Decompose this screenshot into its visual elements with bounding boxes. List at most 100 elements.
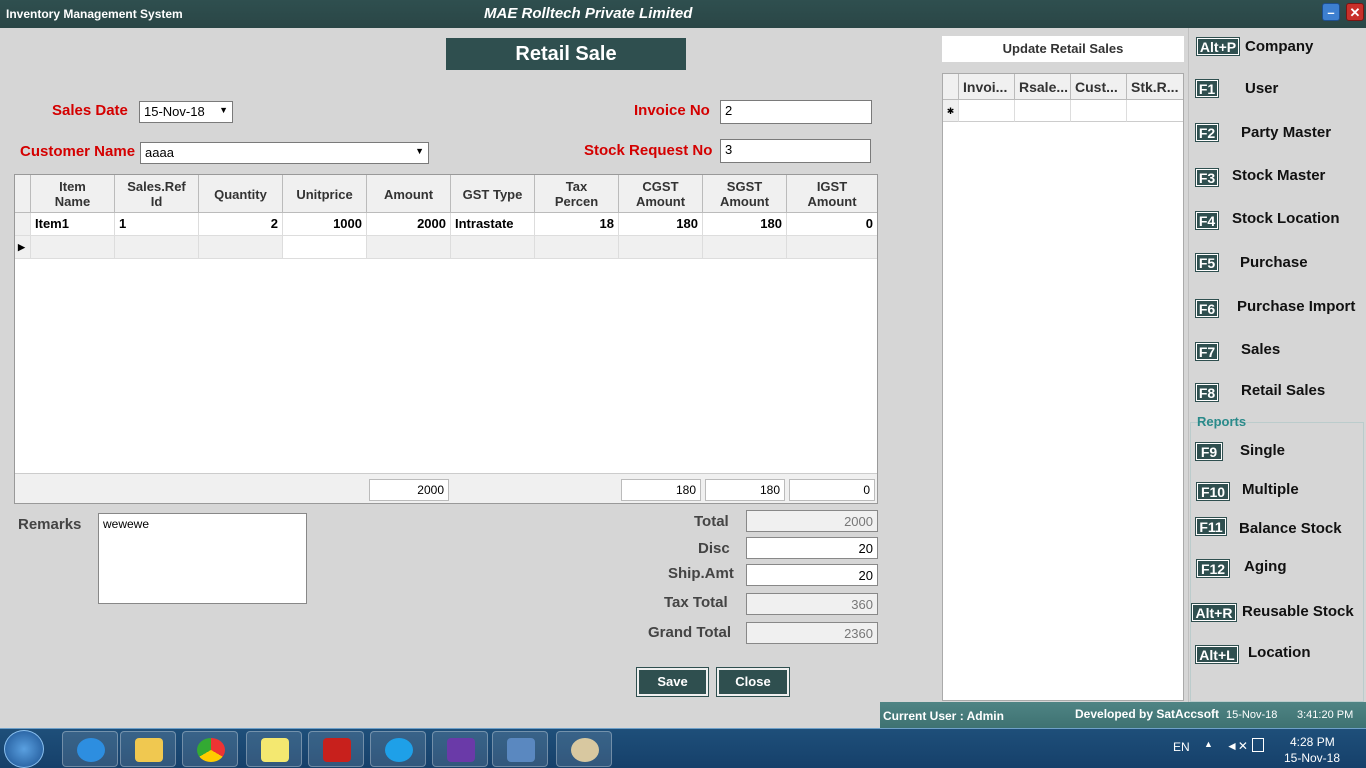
col-customer[interactable]: Cust... (1071, 74, 1127, 100)
ie-taskbar-button[interactable] (62, 731, 118, 767)
chevron-down-icon[interactable]: ▼ (415, 146, 424, 156)
menu-item-sales[interactable]: F7 Sales (1188, 333, 1366, 363)
status-date: 15-Nov-18 (1226, 709, 1278, 721)
menu-item-stock-location[interactable]: F4 Stock Location (1188, 202, 1366, 232)
menu-item-multiple[interactable]: F10 Multiple (1188, 473, 1366, 503)
col-stock-req[interactable]: Stk.R... (1127, 74, 1183, 100)
menu-item-label: Stock Master (1232, 167, 1326, 184)
new-cell[interactable] (451, 236, 535, 259)
footer-cgst-total: 180 (621, 479, 701, 501)
menu-item-purchase-import[interactable]: F6 Purchase Import (1188, 290, 1366, 320)
menu-item-stock-master[interactable]: F3 Stock Master (1188, 159, 1366, 189)
new-row[interactable]: ▶ (15, 236, 877, 259)
new-cell[interactable] (283, 236, 367, 259)
sales-date-picker[interactable]: 15-Nov-18 ▼ (139, 101, 233, 123)
stock-request-field[interactable]: 3 (720, 139, 871, 163)
explorer-taskbar-button[interactable] (120, 731, 176, 767)
new-cell[interactable] (703, 236, 787, 259)
cell-quantity[interactable]: 2 (199, 213, 283, 236)
menu-item-single[interactable]: F9 Single (1188, 434, 1366, 464)
acrobat-taskbar-button[interactable] (308, 731, 364, 767)
ie-icon (77, 738, 105, 762)
col-rsale[interactable]: Rsale... (1015, 74, 1071, 100)
new-cell[interactable] (959, 100, 1015, 122)
col-igst[interactable]: IGST Amount (787, 175, 877, 213)
cell-tax-percent[interactable]: 18 (535, 213, 619, 236)
new-cell[interactable] (1127, 100, 1183, 122)
cell-cgst[interactable]: 180 (619, 213, 703, 236)
start-button[interactable] (4, 730, 44, 768)
update-grid[interactable]: Invoi... Rsale... Cust... Stk.R... ✱ (942, 73, 1184, 701)
volume-muted-icon[interactable]: ◄✕ (1226, 739, 1248, 753)
menu-item-retail-sales[interactable]: F8 Retail Sales (1188, 374, 1366, 404)
col-gst-type[interactable]: GST Type (451, 175, 535, 213)
menu-item-aging[interactable]: F12 Aging (1188, 550, 1366, 580)
new-cell[interactable] (199, 236, 283, 259)
cell-amount[interactable]: 2000 (367, 213, 451, 236)
skype-taskbar-button[interactable] (370, 731, 426, 767)
shortcut-key: F2 (1195, 123, 1219, 142)
new-cell[interactable] (367, 236, 451, 259)
menu-item-party-master[interactable]: F2 Party Master (1188, 116, 1366, 146)
clock-date[interactable]: 15-Nov-18 (1284, 751, 1340, 765)
cell-gst-type[interactable]: Intrastate (451, 213, 535, 236)
col-sgst[interactable]: SGST Amount (703, 175, 787, 213)
invoice-no-field[interactable]: 2 (720, 100, 872, 124)
cell-sgst[interactable]: 180 (703, 213, 787, 236)
row-header[interactable] (15, 213, 31, 236)
menu-item-purchase[interactable]: F5 Purchase (1188, 246, 1366, 276)
menu-item-company[interactable]: Alt+P Company (1188, 30, 1366, 60)
row-header-corner (15, 175, 31, 213)
tray-expand-icon[interactable]: ▲ (1204, 739, 1213, 749)
pdf-icon (323, 738, 351, 762)
cell-item-name[interactable]: Item1 (31, 213, 115, 236)
network-icon[interactable] (1252, 738, 1264, 752)
save-button[interactable]: Save (636, 667, 709, 697)
col-unitprice[interactable]: Unitprice (283, 175, 367, 213)
new-cell[interactable] (1071, 100, 1127, 122)
language-indicator[interactable]: EN (1173, 740, 1190, 754)
new-cell[interactable] (1015, 100, 1071, 122)
new-cell[interactable] (31, 236, 115, 259)
menu-item-user[interactable]: F1 User (1188, 72, 1366, 102)
col-sales-ref[interactable]: Sales.Ref Id (115, 175, 199, 213)
shortcut-key: Alt+R (1191, 603, 1237, 622)
close-button[interactable]: Close (716, 667, 790, 697)
stock-request-label: Stock Request No (584, 142, 713, 159)
col-tax-percent[interactable]: Tax Percen (535, 175, 619, 213)
visual-studio-taskbar-button[interactable] (432, 731, 488, 767)
cell-sales-ref[interactable]: 1 (115, 213, 199, 236)
remarks-textarea[interactable]: wewewe (98, 513, 307, 604)
close-window-button[interactable]: ✕ (1346, 3, 1364, 21)
inventory-app-taskbar-button[interactable] (492, 731, 548, 767)
row-header-corner (943, 74, 959, 100)
col-cgst[interactable]: CGST Amount (619, 175, 703, 213)
menu-item-location[interactable]: Alt+L Location (1188, 636, 1366, 666)
customer-name-combo[interactable]: aaaa ▼ (140, 142, 429, 164)
sticky-notes-taskbar-button[interactable] (246, 731, 302, 767)
clock-time[interactable]: 4:28 PM (1290, 735, 1335, 749)
disc-field[interactable]: 20 (746, 537, 878, 559)
remarks-label: Remarks (18, 516, 82, 533)
new-cell[interactable] (115, 236, 199, 259)
chevron-down-icon[interactable]: ▼ (219, 105, 228, 115)
new-cell[interactable] (787, 236, 877, 259)
paint-taskbar-button[interactable] (556, 731, 612, 767)
menu-item-balance-stock[interactable]: F11 Balance Stock (1188, 512, 1366, 542)
col-amount[interactable]: Amount (367, 175, 451, 213)
cell-igst[interactable]: 0 (787, 213, 877, 236)
minimize-button[interactable]: – (1322, 3, 1340, 21)
cell-unitprice[interactable]: 1000 (283, 213, 367, 236)
table-row[interactable]: Item1 1 2 1000 2000 Intrastate 18 180 18… (15, 213, 877, 236)
ship-amt-field[interactable]: 20 (746, 564, 878, 586)
menu-item-label: Company (1245, 38, 1314, 55)
menu-item-reusable-stock[interactable]: Alt+R Reusable Stock (1188, 595, 1366, 625)
col-item-name[interactable]: Item Name (31, 175, 115, 213)
chrome-taskbar-button[interactable] (182, 731, 238, 767)
customer-name-label: Customer Name (20, 143, 136, 160)
new-cell[interactable] (535, 236, 619, 259)
items-grid[interactable]: Item Name Sales.Ref Id Quantity Unitpric… (14, 174, 878, 504)
col-invoice[interactable]: Invoi... (959, 74, 1015, 100)
col-quantity[interactable]: Quantity (199, 175, 283, 213)
new-cell[interactable] (619, 236, 703, 259)
